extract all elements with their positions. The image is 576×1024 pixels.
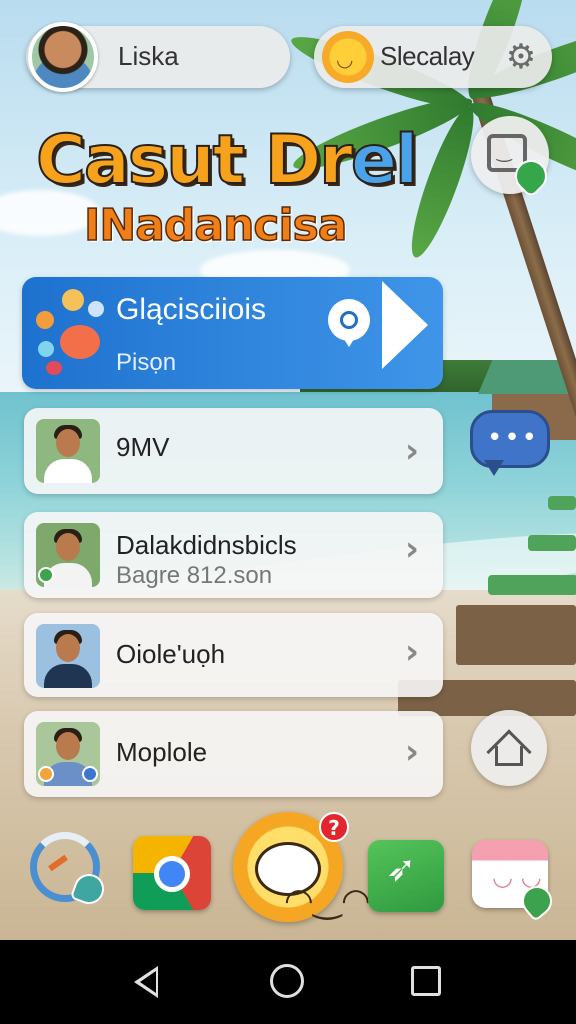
status-pill[interactable]: ◡ Slecalay ⚙ [314, 26, 552, 88]
list-item-title: Moplole [116, 737, 208, 767]
chat-button[interactable]: ••• [470, 410, 550, 476]
chevron-right-icon[interactable]: › [397, 532, 427, 566]
gear-icon[interactable]: ⚙ [504, 40, 538, 74]
contact-thumbnail [36, 722, 100, 786]
sticker-button[interactable]: ‿ [471, 116, 554, 199]
messenger-app-icon[interactable]: ➶ [368, 830, 446, 912]
chevron-right-icon[interactable]: › [397, 434, 427, 468]
recents-icon[interactable] [411, 966, 441, 996]
sync-app-icon[interactable] [28, 830, 109, 909]
home-button[interactable] [471, 710, 547, 786]
home-icon-body [495, 746, 523, 766]
list-item[interactable]: 9MV › [24, 408, 443, 494]
bench [488, 575, 576, 595]
list-item-title: 9MV [116, 432, 170, 462]
headline-title: Casut Drel [35, 121, 419, 201]
contact-thumbnail [36, 419, 100, 483]
contact-thumbnail [36, 523, 100, 587]
list-item[interactable]: Moplole › [24, 711, 443, 797]
contact-thumbnail [36, 624, 100, 688]
chat-bubble-icon: ••• [470, 410, 550, 468]
back-icon[interactable] [134, 966, 158, 998]
headline-subtitle: INadancisa [83, 199, 348, 252]
list-item-title: Oiole'uọh [116, 639, 226, 669]
smile-app-icon[interactable]: ◠‿◠ ? [233, 812, 371, 922]
featured-subtitle: Pisọn [116, 349, 177, 376]
nav-home-icon[interactable] [270, 964, 304, 998]
headline-part: Casut Dr [35, 121, 354, 201]
notification-badge: ? [319, 812, 349, 842]
profile-name: Liska [118, 41, 179, 71]
sun-face-icon: ◡ [336, 47, 354, 71]
list-item[interactable]: Oiole'uọh › [24, 613, 443, 697]
list-item-title: Dalakdidnsbicls [116, 530, 297, 560]
headline-part: el [350, 121, 419, 201]
cloud-app-icon[interactable]: ◡ ◡ [472, 830, 559, 923]
featured-card[interactable]: Glącisciiois Pisọn [22, 277, 443, 389]
play-icon[interactable] [382, 281, 428, 369]
sun-icon: ◡ [322, 31, 374, 83]
emoji-cluster-icon [32, 289, 112, 379]
list-item-subtitle: Bagre 812.son [116, 562, 273, 589]
status-name: Slecalay [380, 41, 475, 71]
system-nav-bar [0, 940, 576, 1024]
bench [548, 496, 576, 510]
list-item[interactable]: Dalakdidnsbicls Bagre 812.son › [24, 512, 443, 598]
bench [528, 535, 576, 551]
bench-leg [456, 605, 576, 665]
chevron-right-icon[interactable]: › [397, 635, 427, 669]
chevron-right-icon[interactable]: › [397, 735, 427, 769]
chrome-app-icon[interactable] [133, 830, 211, 910]
featured-title: Glącisciiois [116, 293, 267, 326]
profile-pill[interactable]: Liska [26, 22, 290, 92]
location-pin-tip [340, 333, 358, 347]
avatar[interactable] [28, 22, 98, 92]
